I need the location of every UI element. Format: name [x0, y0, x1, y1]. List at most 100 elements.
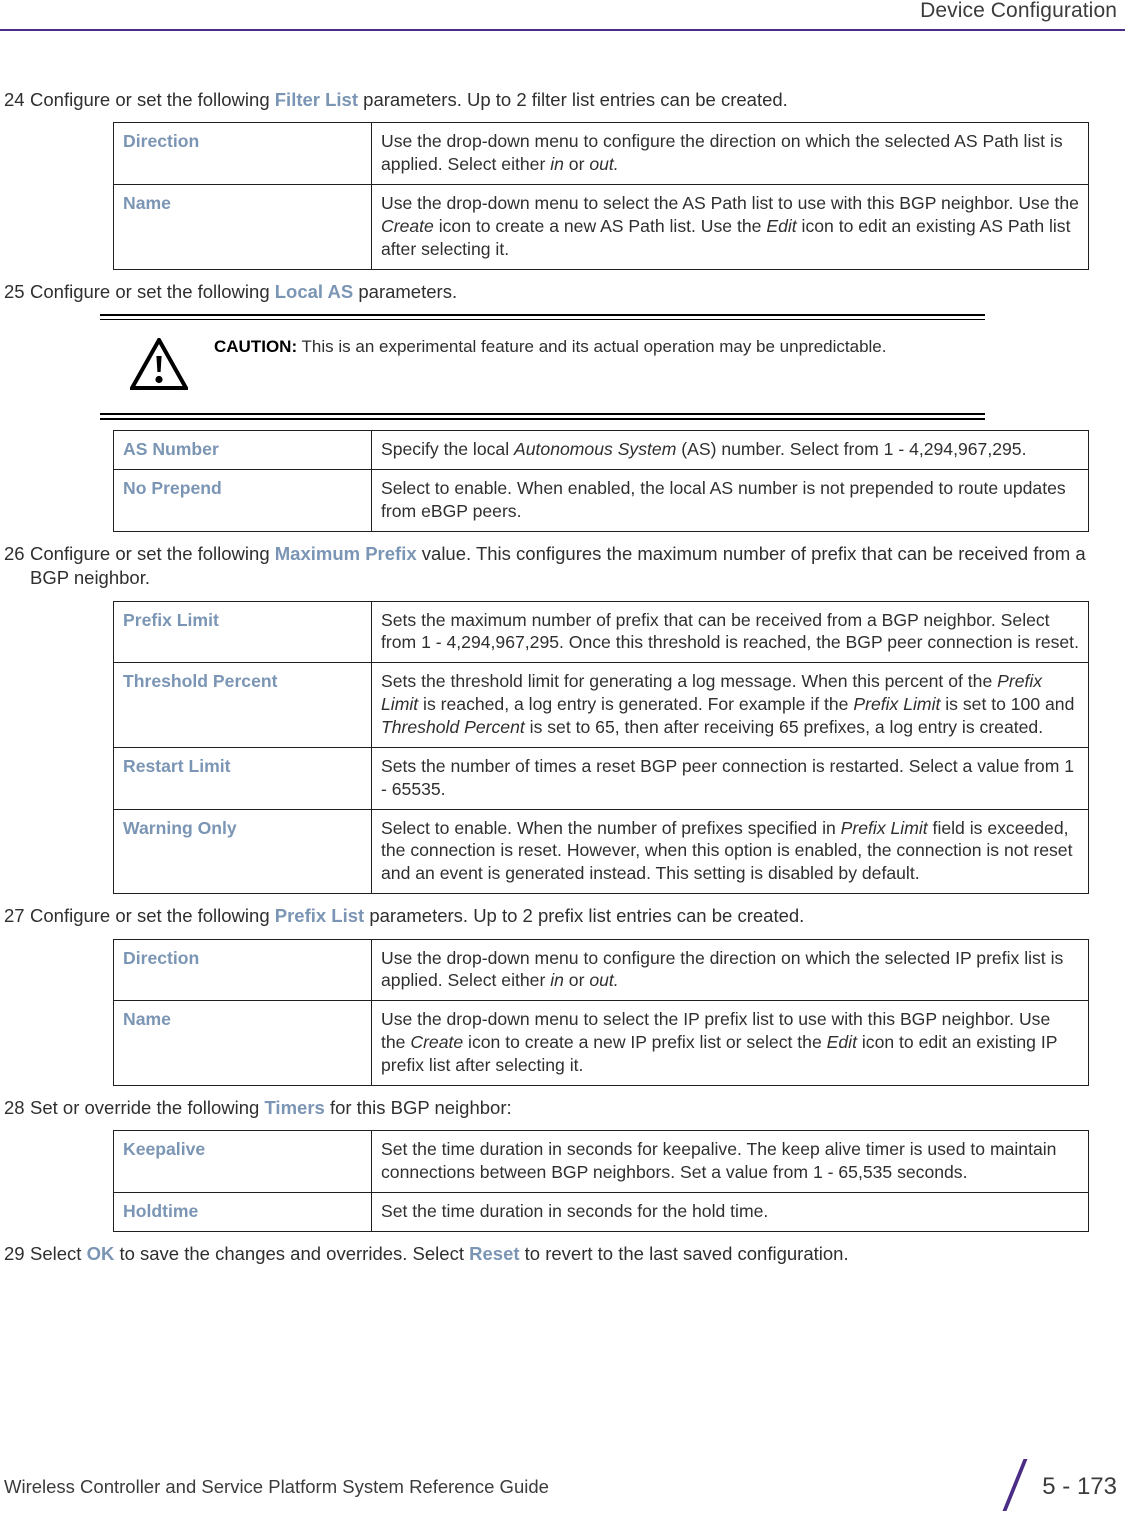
- description-text: icon to create a new AS Path list. Use t…: [433, 215, 767, 236]
- table-row: Name Use the drop-down menu to select the…: [113, 1000, 1089, 1086]
- step-text: Configure or set the following Local AS …: [30, 280, 1107, 304]
- caution-bottom-rule: [100, 413, 985, 421]
- emphasis-text: in: [550, 970, 564, 991]
- table-row: Restart Limit Sets the number of times a …: [113, 746, 1089, 810]
- emphasis-text: out.: [589, 970, 619, 991]
- parameter-name: Warning Only: [113, 808, 372, 895]
- description-text: Set the time duration in seconds for kee…: [381, 1139, 1057, 1183]
- parameter-description: Sets the maximum number of prefix that c…: [371, 600, 1089, 664]
- parameter-description: Set the time duration in seconds for kee…: [371, 1130, 1089, 1193]
- page-header: Device Configuration: [0, 0, 1125, 38]
- parameter-description: Use the drop-down menu to configure the …: [371, 122, 1089, 186]
- prefix-list-table: Direction Use the drop-down menu to confi…: [113, 938, 1089, 1086]
- parameter-name: Threshold Percent: [113, 662, 372, 748]
- description-text: is set to 100 and: [940, 694, 1075, 715]
- parameter-description: Use the drop-down menu to select the IP …: [371, 1000, 1089, 1086]
- parameter-description: Select to enable. When the number of pre…: [371, 808, 1089, 895]
- step-keyword: Maximum Prefix: [274, 542, 417, 564]
- warning-triangle-icon: [100, 336, 214, 395]
- final-step-part1: Select: [30, 1242, 87, 1264]
- parameter-description: Sets the threshold limit for generating …: [371, 662, 1089, 748]
- final-step-part2: to save the changes and overrides. Selec…: [114, 1242, 470, 1264]
- table-row: Warning Only Select to enable. When the n…: [113, 808, 1089, 895]
- footer-slash-accent: [1002, 1459, 1028, 1511]
- caution-callout: CAUTION: This is an experimental feature…: [100, 314, 985, 421]
- table-row: AS Number Specify the local Autonomous Sy…: [113, 430, 1089, 470]
- footer-guide-title: Wireless Controller and Service Platform…: [4, 1476, 549, 1497]
- description-text: Sets the threshold limit for generating …: [381, 671, 998, 692]
- description-text: is set to 65, then after receiving 65 pr…: [524, 716, 1044, 737]
- description-text: Set the time duration in seconds for the…: [381, 1200, 769, 1221]
- step-number: 26: [4, 542, 25, 564]
- description-text: Select to enable. When enabled, the loca…: [381, 477, 1066, 521]
- parameter-name: Restart Limit: [113, 746, 372, 810]
- table-row: Direction Use the drop-down menu to confi…: [113, 122, 1089, 186]
- page-content: 24 Configure or set the following Filter…: [0, 88, 1125, 1272]
- parameter-description: Use the drop-down menu to configure the …: [371, 938, 1089, 1002]
- emphasis-text: Threshold Percent: [381, 716, 525, 737]
- parameter-name: Name: [113, 1000, 372, 1086]
- description-text: Use the drop-down menu to configure the …: [381, 131, 1063, 175]
- caution-label: CAUTION:: [214, 337, 298, 357]
- emphasis-text: Edit: [826, 1032, 857, 1053]
- header-title: Device Configuration: [920, 0, 1117, 22]
- reset-keyword: Reset: [469, 1242, 520, 1264]
- emphasis-text: Create: [381, 215, 434, 236]
- step-text-before: Set or override the following: [30, 1096, 265, 1118]
- step-text: Configure or set the following Prefix Li…: [30, 904, 1107, 928]
- step-keyword: Local AS: [274, 280, 354, 302]
- description-text: icon to create a new IP prefix list or s…: [463, 1032, 827, 1053]
- description-text: or: [563, 154, 590, 175]
- step-keyword: Timers: [264, 1096, 325, 1118]
- table-row: Direction Use the drop-down menu to confi…: [113, 938, 1089, 1002]
- parameter-description: Specify the local Autonomous System (AS)…: [371, 430, 1089, 470]
- ok-keyword: OK: [86, 1242, 115, 1264]
- page-footer: Wireless Controller and Service Platform…: [0, 1427, 1125, 1517]
- step-25: 25 Configure or set the following Local …: [0, 280, 1125, 304]
- description-text: Select to enable. When the number of pre…: [381, 817, 841, 838]
- parameter-description: Set the time duration in seconds for the…: [371, 1191, 1089, 1232]
- table-row: Holdtime Set the time duration in seconds…: [113, 1191, 1089, 1232]
- description-text: Use the drop-down menu to configure the …: [381, 947, 1064, 991]
- description-text: is reached, a log entry is generated. Fo…: [418, 694, 854, 715]
- step-24: 24 Configure or set the following Filter…: [0, 88, 1125, 112]
- parameter-name: Direction: [113, 122, 372, 186]
- caution-body: CAUTION: This is an experimental feature…: [100, 320, 985, 413]
- description-text: or: [563, 970, 590, 991]
- emphasis-text: Autonomous System: [514, 439, 677, 460]
- step-number: 27: [4, 905, 25, 927]
- caution-message: This is an experimental feature and its …: [297, 337, 887, 357]
- emphasis-text: out.: [589, 154, 619, 175]
- step-text-before: Configure or set the following: [30, 89, 275, 110]
- step-number: 29: [4, 1242, 25, 1264]
- step-keyword: Filter List: [274, 89, 359, 110]
- step-text-after: parameters. Up to 2 filter list entries …: [358, 89, 788, 110]
- emphasis-text: Create: [410, 1032, 464, 1053]
- header-accent-rule: [0, 29, 1125, 31]
- caution-text: CAUTION: This is an experimental feature…: [214, 336, 985, 359]
- local-as-table: AS Number Specify the local Autonomous Sy…: [113, 430, 1089, 532]
- table-row: No Prepend Select to enable. When enabled…: [113, 468, 1089, 532]
- step-text: Set or override the following Timers for…: [30, 1096, 1107, 1120]
- parameter-name: No Prepend: [113, 468, 372, 532]
- description-text: Sets the maximum number of prefix that c…: [381, 609, 1079, 653]
- description-text: Sets the number of times a reset BGP pee…: [381, 755, 1075, 799]
- timers-table: Keepalive Set the time duration in second…: [113, 1130, 1089, 1232]
- step-27: 27 Configure or set the following Prefix…: [0, 904, 1125, 928]
- step-text-after: parameters.: [353, 280, 458, 302]
- table-row: Name Use the drop-down menu to select the…: [113, 184, 1089, 270]
- parameter-name: AS Number: [113, 430, 372, 470]
- parameter-name: Direction: [113, 938, 372, 1002]
- emphasis-text: Prefix Limit: [853, 694, 941, 715]
- parameter-description: Use the drop-down menu to select the AS …: [371, 184, 1089, 270]
- step-text-before: Configure or set the following: [30, 542, 275, 564]
- filter-list-table: Direction Use the drop-down menu to confi…: [113, 122, 1089, 270]
- footer-page-number: 5 - 173: [1042, 1473, 1117, 1500]
- table-row: Keepalive Set the time duration in second…: [113, 1130, 1089, 1193]
- step-number: 25: [4, 280, 25, 302]
- parameter-description: Select to enable. When enabled, the loca…: [371, 468, 1089, 532]
- description-text: (AS) number. Select from 1 - 4,294,967,2…: [676, 439, 1027, 460]
- parameter-name: Prefix Limit: [113, 600, 372, 664]
- step-28: 28 Set or override the following Timers …: [0, 1096, 1125, 1120]
- parameter-description: Sets the number of times a reset BGP pee…: [371, 746, 1089, 810]
